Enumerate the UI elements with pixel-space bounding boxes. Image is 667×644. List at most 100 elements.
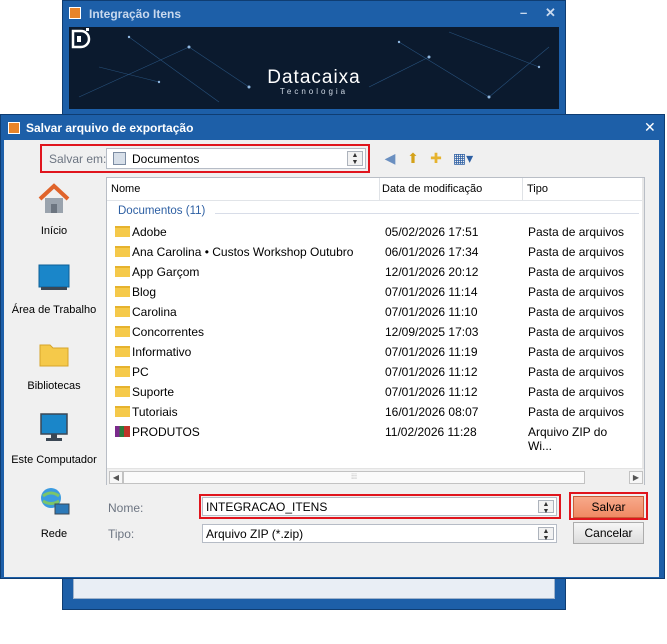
background-window-titlebar: Integração Itens – ✕ <box>63 1 565 27</box>
place-desktop[interactable]: Área de Trabalho <box>0 262 108 316</box>
folder-icon <box>115 346 130 357</box>
file-row[interactable]: Adobe 05/02/2026 17:51 Pasta de arquivos <box>107 222 627 242</box>
brand-banner: Datacaixa Tecnologia <box>69 27 559 109</box>
file-type: Pasta de arquivos <box>528 285 625 299</box>
save-in-dropdown-arrow[interactable]: ▲ ▼ <box>347 151 363 166</box>
place-label: Bibliotecas <box>27 380 81 392</box>
folder-icon <box>115 366 130 377</box>
place-label: Área de Trabalho <box>11 304 97 316</box>
file-type: Pasta de arquivos <box>528 345 625 359</box>
file-row[interactable]: Concorrentes 12/09/2025 17:03 Pasta de arq… <box>107 322 627 342</box>
file-date: 07/01/2026 11:12 <box>385 385 478 399</box>
file-row[interactable]: Carolina 07/01/2026 11:10 Pasta de arquivo… <box>107 302 627 322</box>
place-label: Este Computador <box>11 454 97 466</box>
file-name: Adobe <box>132 225 167 239</box>
folder-icon <box>115 306 130 317</box>
filetype-dropdown-arrow[interactable]: ▲ ▼ <box>538 527 554 542</box>
file-name: Blog <box>132 285 157 299</box>
filename-label: Nome: <box>108 501 144 515</box>
file-type: Pasta de arquivos <box>528 245 625 259</box>
file-name: Tutoriais <box>132 405 178 419</box>
file-date: 07/01/2026 11:10 <box>385 305 478 319</box>
group-header[interactable]: Documentos (11) <box>118 205 205 217</box>
place-libraries[interactable]: Bibliotecas <box>0 338 108 392</box>
vertical-scrollbar-edge <box>642 178 644 484</box>
file-row[interactable]: App Garçom 12/01/2026 20:12 Pasta de arqui… <box>107 262 627 282</box>
file-date: 07/01/2026 11:19 <box>385 345 478 359</box>
place-computer[interactable]: Este Computador <box>0 412 108 466</box>
back-icon[interactable]: ◀ <box>381 150 399 166</box>
up-folder-icon[interactable]: ⬆ <box>404 150 422 166</box>
file-date: 05/02/2026 17:51 <box>385 225 479 239</box>
file-name: Suporte <box>132 385 175 399</box>
background-window-title: Integração Itens <box>89 7 182 21</box>
documents-icon <box>113 152 126 165</box>
file-type: Pasta de arquivos <box>528 265 625 279</box>
dialog-close-button[interactable]: ✕ <box>644 119 656 136</box>
datacaixa-logo-icon <box>71 28 91 49</box>
folder-icon <box>115 266 130 277</box>
file-name: PC <box>132 365 149 379</box>
zip-icon <box>115 426 130 437</box>
file-row[interactable]: Suporte 07/01/2026 11:12 Pasta de arquivos <box>107 382 627 402</box>
file-date: 12/09/2025 17:03 <box>385 325 479 339</box>
file-name: Informativo <box>132 345 192 359</box>
libraries-icon <box>37 338 71 370</box>
minimize-button[interactable]: – <box>520 5 527 20</box>
close-button[interactable]: ✕ <box>545 5 556 21</box>
file-name: PRODUTOS <box>132 425 200 439</box>
file-row[interactable]: PRODUTOS 11/02/2026 11:28 Arquivo ZIP do W… <box>107 422 627 453</box>
new-folder-icon[interactable]: ✚ <box>427 150 445 166</box>
file-name: Concorrentes <box>132 325 205 339</box>
file-type: Pasta de arquivos <box>528 385 625 399</box>
home-icon <box>37 183 71 215</box>
file-list[interactable]: Nome Data de modificação Tipo Documentos… <box>106 177 645 485</box>
column-header-date[interactable]: Data de modificação <box>382 183 482 195</box>
folder-icon <box>115 226 130 237</box>
scroll-right-arrow[interactable]: ▶ <box>629 471 643 484</box>
folder-icon <box>115 326 130 337</box>
file-name: Ana Carolina • Custos Workshop Outubro <box>132 245 354 259</box>
place-home[interactable]: Início <box>0 183 108 237</box>
file-name: App Garçom <box>132 265 200 279</box>
list-header: Nome Data de modificação Tipo <box>107 178 644 201</box>
view-menu-icon[interactable]: ▦▾ <box>450 150 476 166</box>
save-in-combo[interactable]: Documentos ▲ ▼ <box>106 148 366 169</box>
app-icon <box>69 7 81 19</box>
place-label: Rede <box>40 528 68 540</box>
save-in-value: Documentos <box>132 152 200 166</box>
filename-dropdown-arrow[interactable]: ▲ ▼ <box>538 500 554 515</box>
file-name: Carolina <box>132 305 177 319</box>
file-date: 12/01/2026 20:12 <box>385 265 479 279</box>
save-button[interactable]: Salvar <box>573 496 644 518</box>
file-date: 11/02/2026 11:28 <box>385 425 477 439</box>
brand-tagline: Tecnologia <box>279 87 349 96</box>
file-row[interactable]: Tutoriais 16/01/2026 08:07 Pasta de arquiv… <box>107 402 627 422</box>
scroll-thumb[interactable]: ⁞⁞⁞ <box>123 471 585 484</box>
column-header-name[interactable]: Nome <box>111 183 140 195</box>
desktop-icon <box>37 262 71 294</box>
file-row[interactable]: Informativo 07/01/2026 11:19 Pasta de arqu… <box>107 342 627 362</box>
folder-icon <box>115 246 130 257</box>
horizontal-scrollbar[interactable]: ◀ ⁞⁞⁞ ▶ <box>107 468 644 485</box>
place-label: Início <box>40 225 68 237</box>
save-in-label: Salvar em: <box>49 152 107 166</box>
cancel-button[interactable]: Cancelar <box>573 522 644 544</box>
file-row[interactable]: Ana Carolina • Custos Workshop Outubro 06… <box>107 242 627 262</box>
file-type: Pasta de arquivos <box>528 305 625 319</box>
network-icon <box>37 486 71 518</box>
file-row[interactable]: PC 07/01/2026 11:12 Pasta de arquivos <box>107 362 627 382</box>
filetype-label: Tipo: <box>108 527 135 541</box>
place-network[interactable]: Rede <box>0 486 108 540</box>
dialog-app-icon <box>8 122 20 134</box>
dialog-titlebar: Salvar arquivo de exportação ✕ <box>1 115 664 141</box>
filetype-combo[interactable]: Arquivo ZIP (*.zip) ▲ ▼ <box>202 524 557 543</box>
filename-input[interactable]: INTEGRACAO_ITENS ▲ ▼ <box>202 497 557 516</box>
column-header-type[interactable]: Tipo <box>527 183 548 195</box>
file-date: 16/01/2026 08:07 <box>385 405 479 419</box>
background-footer-panel <box>73 577 555 599</box>
file-type: Pasta de arquivos <box>528 365 625 379</box>
filetype-value: Arquivo ZIP (*.zip) <box>206 527 304 541</box>
scroll-left-arrow[interactable]: ◀ <box>109 471 123 484</box>
file-row[interactable]: Blog 07/01/2026 11:14 Pasta de arquivos <box>107 282 627 302</box>
